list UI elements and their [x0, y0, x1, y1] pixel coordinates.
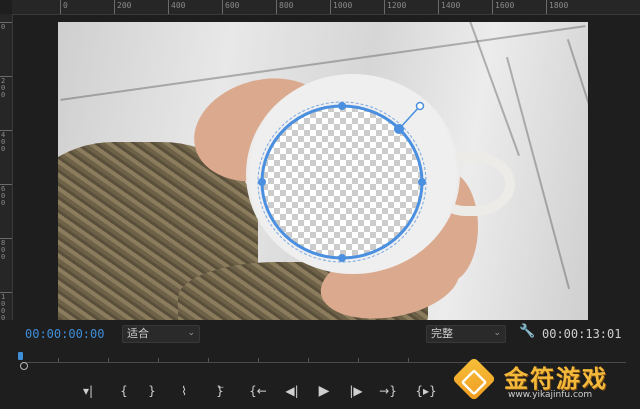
ruler-tick: 1000 — [330, 0, 352, 14]
add-marker-button[interactable]: ▾| — [78, 382, 98, 400]
ruler-tick: 0 — [0, 22, 12, 31]
mark-out-icon: } — [148, 384, 156, 398]
mask-vertex-bottom[interactable] — [338, 254, 346, 262]
scrubber-tick — [408, 358, 409, 362]
go-to-in-button[interactable]: {← — [248, 382, 268, 400]
ruler-tick: 400 — [0, 130, 12, 153]
ruler-tick: 600 — [222, 0, 239, 14]
watermark-title: 金符游戏 — [504, 365, 608, 393]
ruler-tick: 1400 — [438, 0, 460, 14]
transport-controls: ▾| { } ⌇ }⃖ {← ◀| ▶ |▶ →} {▸} — [78, 382, 448, 400]
marker-icon: ▾| — [82, 384, 94, 398]
step-back-icon: ◀| — [285, 384, 299, 398]
scrubber-tick — [158, 358, 159, 362]
ruler-tick: 600 — [0, 184, 12, 207]
program-monitor-viewer[interactable] — [58, 22, 588, 320]
scrubber-tick — [358, 358, 359, 362]
scrubber-tick — [258, 358, 259, 362]
ruler-tick: 800 — [0, 238, 12, 261]
mark-in-button[interactable]: { — [114, 382, 134, 400]
mask-overlay[interactable] — [58, 22, 588, 320]
mask-vertex-left[interactable] — [258, 178, 266, 186]
zoom-level-select[interactable]: 适合 ⌄ — [122, 325, 200, 343]
chevron-down-icon: ⌄ — [187, 328, 195, 338]
duration-timecode: 00:00:13:01 — [542, 327, 622, 341]
ruler-tick: 200 — [0, 76, 12, 99]
ruler-tick: 1000 — [0, 292, 12, 322]
scrubber-tick — [308, 358, 309, 362]
go-to-end-icon: →} — [379, 384, 397, 398]
mask-vertex-top[interactable] — [338, 102, 346, 110]
settings-wrench-icon[interactable]: 🔧 — [519, 325, 535, 339]
chevron-down-icon: ⌄ — [493, 328, 501, 338]
playback-resolution-value: 完整 — [431, 327, 453, 340]
go-to-in-icon: {← — [249, 384, 267, 398]
site-watermark: 金符游戏 www.yikajinfu.com — [446, 355, 636, 405]
go-to-end-button[interactable]: →} — [378, 382, 398, 400]
ruler-tick: 0 — [60, 0, 68, 14]
horizontal-ruler: 0 200 400 600 800 1000 1200 1400 1600 18… — [12, 0, 640, 15]
scrubber-tick — [208, 358, 209, 362]
scrubber-tick — [108, 358, 109, 362]
current-timecode[interactable]: 00:00:00:00 — [25, 327, 104, 341]
ruler-tick: 1600 — [492, 0, 514, 14]
step-forward-button[interactable]: |▶ — [346, 382, 366, 400]
clear-in-out-icon: ⌇ — [181, 384, 187, 398]
scrubber-tick — [58, 358, 59, 362]
zoom-level-value: 适合 — [127, 327, 149, 340]
mask-vertex-right[interactable] — [418, 178, 426, 186]
mask-feather-anchor[interactable] — [394, 124, 404, 134]
playhead-knob[interactable] — [20, 362, 28, 370]
ruler-tick: 200 — [114, 0, 131, 14]
brand-logo-icon — [451, 356, 497, 402]
step-forward-icon: |▶ — [349, 384, 363, 398]
playhead[interactable] — [18, 352, 23, 360]
ruler-tick: 1200 — [384, 0, 406, 14]
play-icon: ▶ — [318, 383, 330, 399]
mask-feather-handle[interactable] — [415, 101, 425, 111]
step-back-button[interactable]: ◀| — [282, 382, 302, 400]
ruler-tick: 400 — [168, 0, 185, 14]
insert-icon: {▸} — [415, 384, 437, 398]
vertical-ruler: 0 200 400 600 800 1000 — [0, 14, 13, 322]
play-button[interactable]: ▶ — [314, 382, 334, 400]
go-to-out-button[interactable]: }⃖ — [210, 382, 230, 400]
insert-button[interactable]: {▸} — [412, 382, 440, 400]
playback-resolution-select[interactable]: 完整 ⌄ — [426, 325, 506, 343]
mark-in-icon: { — [120, 384, 128, 398]
ruler-tick: 1800 — [546, 0, 568, 14]
ruler-tick: 800 — [276, 0, 293, 14]
mark-out-button[interactable]: } — [142, 382, 162, 400]
clear-in-out-button[interactable]: ⌇ — [174, 382, 194, 400]
watermark-url: www.yikajinfu.com — [508, 390, 593, 400]
go-to-out-icon: }⃖ — [216, 384, 224, 398]
